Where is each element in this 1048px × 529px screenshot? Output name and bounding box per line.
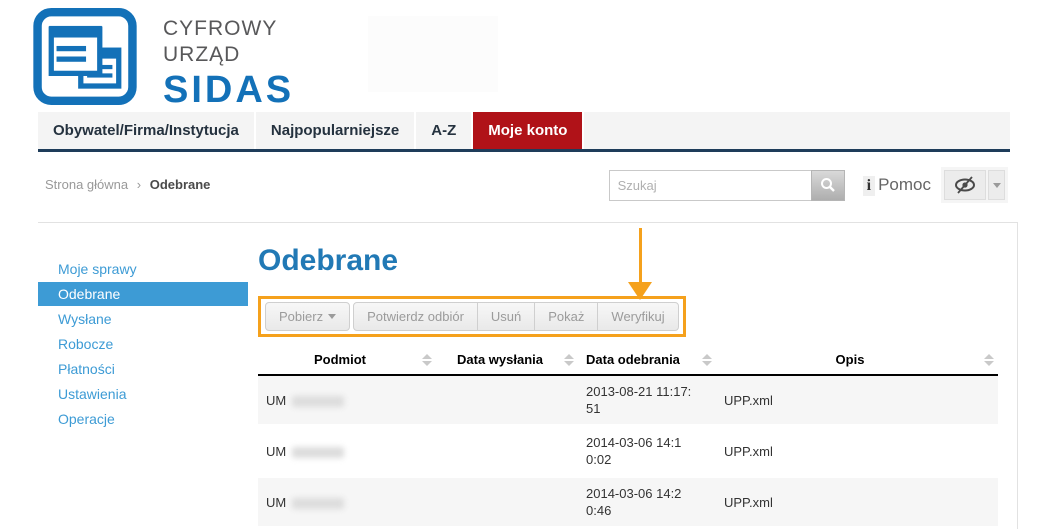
accessibility-group: [941, 167, 1008, 203]
cell-opis: UPP.xml: [716, 426, 998, 477]
cell-podmiot: UM: [258, 375, 436, 426]
pobierz-label: Pobierz: [279, 309, 323, 324]
sidebar-item-operacje[interactable]: Operacje: [38, 407, 248, 431]
column-header-data-wyslania[interactable]: Data wysłania: [436, 346, 578, 375]
sidebar-item-odebrane[interactable]: Odebrane: [38, 282, 248, 306]
nav-tab-a-z[interactable]: A-Z: [416, 112, 473, 149]
table-row[interactable]: UM 2014-03-06 14:20:46 UPP.xml: [258, 477, 998, 528]
potwierdz-odbior-button[interactable]: Potwierdz odbiór: [353, 302, 478, 331]
toolbar-button-group: Potwierdz odbiór Usuń Pokaż Weryfikuj: [353, 302, 679, 331]
content-panel: Moje sprawy Odebrane Wysłane Robocze Pła…: [38, 222, 1018, 529]
weryfikuj-button[interactable]: Weryfikuj: [597, 302, 678, 331]
eye-icon: [952, 174, 978, 196]
redacted-text: [292, 396, 344, 407]
redacted-text: [292, 447, 344, 458]
search-input[interactable]: [609, 170, 811, 201]
search-button[interactable]: [811, 170, 845, 201]
breadcrumb-row: Strona główna › Odebrane i Pomoc: [0, 152, 1048, 222]
logo-text: CYFROWY URZĄD SIDAS: [163, 16, 294, 110]
annotation-highlight-box: Pobierz Potwierdz odbiór Usuń Pokaż Wery…: [258, 296, 686, 337]
nav-filler: [584, 112, 1010, 149]
contrast-toggle-button[interactable]: [944, 170, 986, 200]
sort-icon[interactable]: [564, 354, 574, 366]
cell-podmiot: UM: [258, 426, 436, 477]
cell-data-odebrania: 2014-03-06 14:10:02: [578, 426, 716, 477]
chevron-down-icon: [993, 183, 1001, 188]
redacted-text: [292, 498, 344, 509]
sort-icon[interactable]: [984, 354, 994, 366]
sidas-logo-icon[interactable]: [28, 8, 142, 105]
cell-data-odebrania: 2014-03-06 14:20:46: [578, 477, 716, 528]
sidebar-item-platnosci[interactable]: Płatności: [38, 357, 248, 381]
column-header-podmiot[interactable]: Podmiot: [258, 346, 436, 375]
info-icon: i: [863, 176, 875, 196]
sidebar-item-robocze[interactable]: Robocze: [38, 332, 248, 356]
logo-brand: SIDAS: [163, 70, 294, 110]
table-header-row: Podmiot Data wysłania Data odebrania Opi…: [258, 346, 998, 375]
main-area: Odebrane Pobierz Potwierdz odbiór Usuń P…: [248, 223, 1017, 529]
help-link[interactable]: i Pomoc: [863, 175, 931, 196]
logo-title-line1: CYFROWY: [163, 16, 294, 42]
sidebar-item-wyslane[interactable]: Wysłane: [38, 307, 248, 331]
nav-tab-najpopularniejsze[interactable]: Najpopularniejsze: [256, 112, 416, 149]
received-items-table: Podmiot Data wysłania Data odebrania Opi…: [258, 346, 998, 529]
main-nav: Obywatel/Firma/Instytucja Najpopularniej…: [38, 112, 1010, 152]
page-title: Odebrane: [258, 239, 1017, 283]
sidebar-item-ustawienia[interactable]: Ustawienia: [38, 382, 248, 406]
usun-button[interactable]: Usuń: [477, 302, 535, 331]
search-cluster: i Pomoc: [609, 167, 1008, 203]
cell-opis: UPP.xml: [716, 477, 998, 528]
column-header-opis[interactable]: Opis: [716, 346, 998, 375]
cell-data-wyslania: [436, 426, 578, 477]
cell-data-wyslania: [436, 477, 578, 528]
column-header-data-odebrania[interactable]: Data odebrania: [578, 346, 716, 375]
cell-data-wyslania: [436, 375, 578, 426]
header-background-box: [368, 16, 498, 92]
pokaz-button[interactable]: Pokaż: [534, 302, 598, 331]
table-row[interactable]: UM 2014-03-06 14:10:02 UPP.xml: [258, 426, 998, 477]
chevron-down-icon: [328, 314, 336, 319]
breadcrumb: Strona główna › Odebrane: [45, 177, 210, 192]
sidebar: Moje sprawy Odebrane Wysłane Robocze Pła…: [38, 223, 248, 529]
nav-tab-obywatel[interactable]: Obywatel/Firma/Instytucja: [38, 112, 256, 149]
site-header: CYFROWY URZĄD SIDAS: [0, 0, 1048, 112]
pobierz-dropdown-button[interactable]: Pobierz: [265, 302, 350, 331]
help-label: Pomoc: [878, 175, 931, 195]
table-row[interactable]: UM 2013-08-21 11:17:51 UPP.xml: [258, 375, 998, 426]
breadcrumb-home[interactable]: Strona główna: [45, 177, 128, 192]
nav-tab-moje-konto[interactable]: Moje konto: [473, 112, 584, 149]
cell-opis: UPP.xml: [716, 375, 998, 426]
sidebar-item-moje-sprawy[interactable]: Moje sprawy: [38, 257, 248, 281]
sort-icon[interactable]: [702, 354, 712, 366]
cell-podmiot: UM: [258, 477, 436, 528]
sort-icon[interactable]: [422, 354, 432, 366]
logo-title-line2: URZĄD: [163, 42, 294, 68]
search-icon: [820, 177, 836, 193]
cell-data-odebrania: 2013-08-21 11:17:51: [578, 375, 716, 426]
contrast-dropdown-button[interactable]: [988, 170, 1005, 200]
breadcrumb-separator: ›: [137, 177, 141, 192]
breadcrumb-current: Odebrane: [150, 177, 211, 192]
